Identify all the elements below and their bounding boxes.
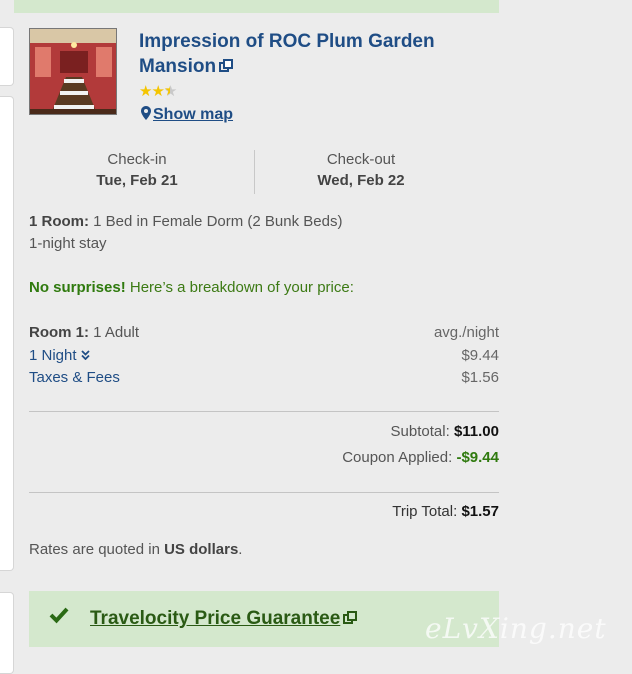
side-card-middle [0,96,14,571]
star-rating: ★★★ [139,83,177,100]
show-map-label[interactable]: Show map [153,106,233,123]
room-description: 1 Bed in Female Dorm (2 Bunk Beds) [93,213,343,230]
checkout-date: Wed, Feb 22 [317,172,405,189]
rates-suffix: . [238,541,243,558]
room-count-label: 1 Room: [29,213,89,230]
external-link-icon[interactable] [343,609,358,631]
no-surprises-label: No surprises! [29,279,126,296]
coupon-label: Coupon Applied: [342,449,453,466]
half-star-icon: ★ [164,83,177,100]
taxes-price: $1.56 [461,369,499,386]
trip-total-label: Trip Total: [392,503,458,520]
price-guarantee-label[interactable]: Travelocity Price Guarantee [90,608,340,629]
stay-dates: Check-in Tue, Feb 21 Check-out Wed, Feb … [29,150,499,194]
room-label: Room 1: [29,324,89,341]
hotel-thumbnail[interactable] [29,28,117,115]
checkout-label: Check-out [326,151,396,168]
currency-note: Rates are quoted in US dollars. [29,539,242,561]
nights-toggle[interactable]: 1 Night [29,345,90,367]
subtotal-label: Subtotal: [390,423,450,440]
checkin-block: Check-in Tue, Feb 21 [20,150,254,192]
coupon-row: Coupon Applied: -$9.44 [342,447,499,469]
currency-name: US dollars [164,541,239,558]
rates-prefix: Rates are quoted in [29,541,160,558]
star-icon: ★ [151,83,164,100]
hotel-name-link[interactable]: Impression of ROC Plum Garden Mansion [139,29,479,80]
divider [29,492,499,493]
room-summary: 1 Room: 1 Bed in Female Dorm (2 Bunk Bed… [29,211,342,233]
watermark: eLvXing.net [425,612,607,645]
trip-total-row: Trip Total: $1.57 [392,501,499,523]
checkout-block: Check-out Wed, Feb 22 [244,150,478,192]
price-breakdown-headline: No surprises! Here’s a breakdown of your… [29,278,354,298]
stay-length: 1-night stay [29,235,107,252]
external-link-icon[interactable] [219,55,234,80]
checkmark-icon [49,606,69,629]
night-price: $9.44 [461,347,499,364]
trip-total-value: $1.57 [461,503,499,520]
subtotal-row: Subtotal: $11.00 [391,421,499,443]
divider [29,411,499,412]
taxes-fees-link[interactable]: Taxes & Fees [29,367,120,389]
avg-night-label: avg./night [433,324,499,341]
nights-label[interactable]: 1 Night [29,347,77,364]
side-card-top [0,27,14,86]
hotel-name[interactable]: Impression of ROC Plum Garden Mansion [139,31,435,77]
show-map-link[interactable]: Show map [141,106,233,125]
room-guests: Room 1: 1 Adult [29,322,139,344]
subtotal-value: $11.00 [453,423,499,440]
side-card-bottom [0,592,14,674]
breakdown-intro: Here’s a breakdown of your price: [129,279,354,296]
map-pin-icon [141,106,151,125]
price-guarantee-link[interactable]: Travelocity Price Guarantee [90,608,358,631]
guest-count: 1 Adult [93,324,140,341]
checkin-label: Check-in [107,151,167,168]
top-banner-strip [14,0,499,13]
star-icon: ★ [139,83,152,100]
coupon-value: -$9.44 [456,449,499,466]
checkin-date: Tue, Feb 21 [96,172,178,189]
double-chevron-down-icon[interactable] [81,347,90,364]
